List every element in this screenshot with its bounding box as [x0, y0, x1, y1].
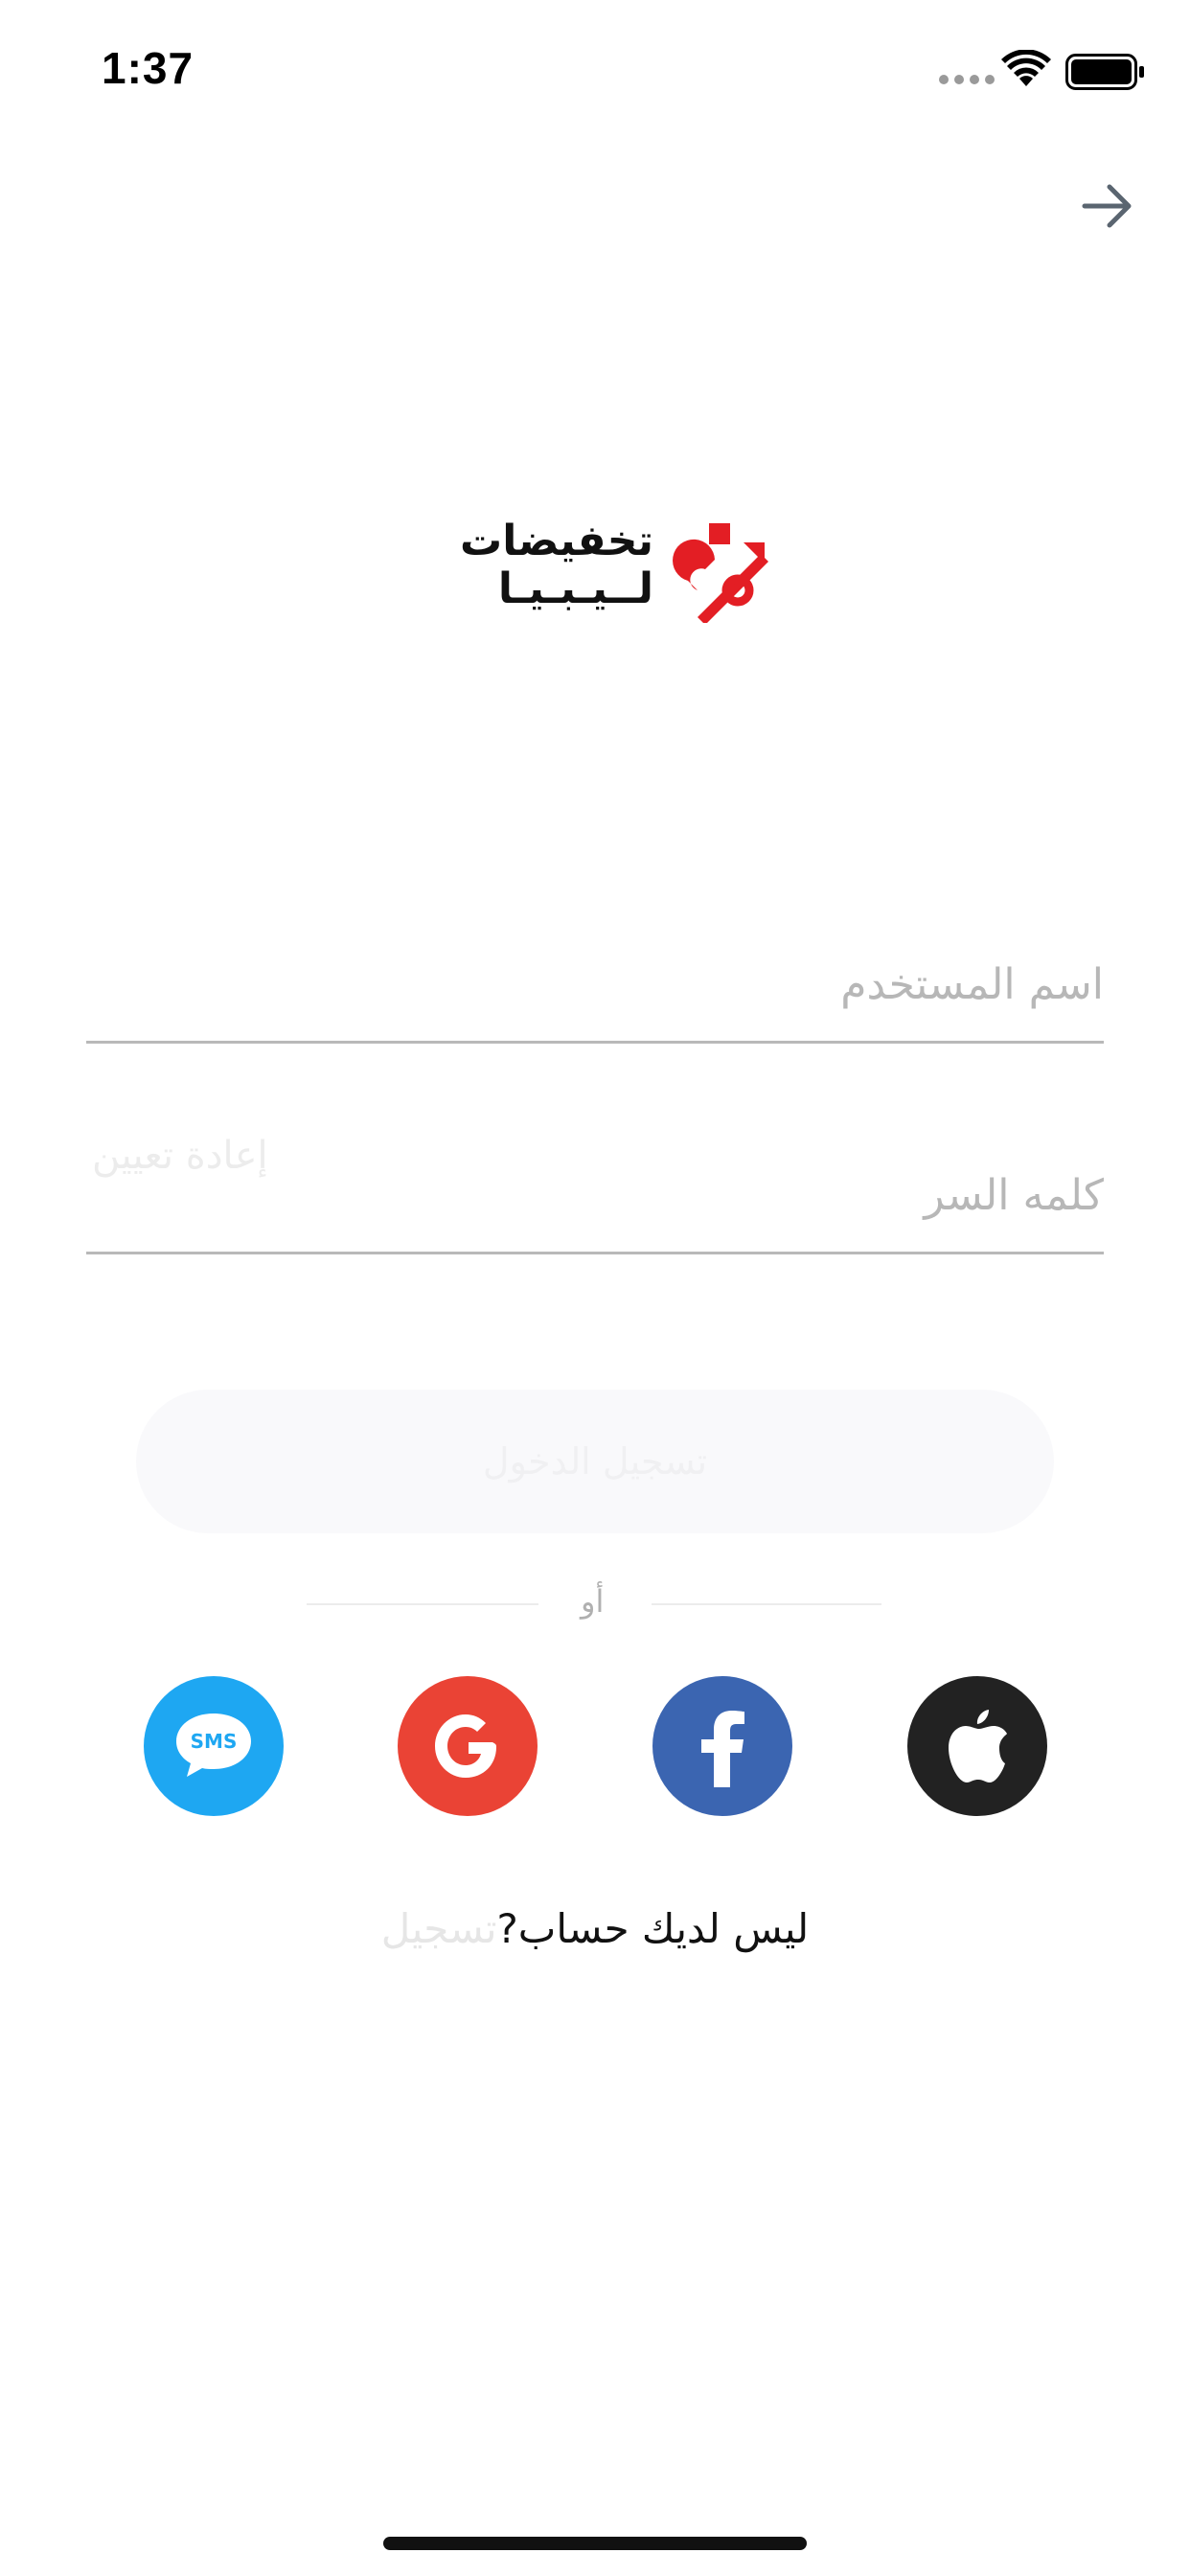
- home-indicator[interactable]: [383, 2537, 807, 2550]
- sms-login-button[interactable]: SMS: [144, 1676, 284, 1816]
- register-link[interactable]: تسجيل: [381, 1905, 497, 1952]
- divider-line-left: [307, 1603, 538, 1605]
- register-prompt: ليس لديك حساب?تسجيل: [0, 1905, 1190, 1952]
- logo-line-1: تخفيضات: [460, 517, 653, 565]
- sms-bubble-icon: SMS: [176, 1714, 251, 1777]
- logo-mark-icon: [669, 523, 768, 627]
- app-logo: تخفيضات لــيـبـيـا: [443, 518, 768, 628]
- sms-icon-label: SMS: [191, 1730, 238, 1753]
- username-field-container: [86, 928, 1104, 1044]
- reset-password-link[interactable]: إعادة تعيين: [92, 1134, 268, 1178]
- divider-or-text: أو: [581, 1583, 605, 1620]
- register-question: ليس لديك حساب?: [496, 1905, 810, 1952]
- username-input[interactable]: [86, 928, 1104, 1041]
- apple-icon: [949, 1710, 1007, 1782]
- battery-icon: [1065, 54, 1146, 96]
- facebook-icon: [701, 1711, 744, 1787]
- wifi-icon: [1001, 49, 1051, 92]
- status-time: 1:37: [102, 43, 195, 93]
- divider-line-right: [652, 1603, 881, 1605]
- cellular-signal-icon: [939, 75, 995, 84]
- google-icon: [435, 1714, 496, 1778]
- logo-text: تخفيضات لــيـبـيـا: [443, 518, 653, 613]
- login-button[interactable]: تسجيل الدخول: [136, 1390, 1054, 1533]
- facebook-login-button[interactable]: [652, 1676, 792, 1816]
- arrow-right-icon[interactable]: [1081, 182, 1134, 234]
- logo-line-2: لــيـبـيـا: [497, 564, 653, 613]
- google-login-button[interactable]: [398, 1676, 538, 1816]
- apple-login-button[interactable]: [907, 1676, 1047, 1816]
